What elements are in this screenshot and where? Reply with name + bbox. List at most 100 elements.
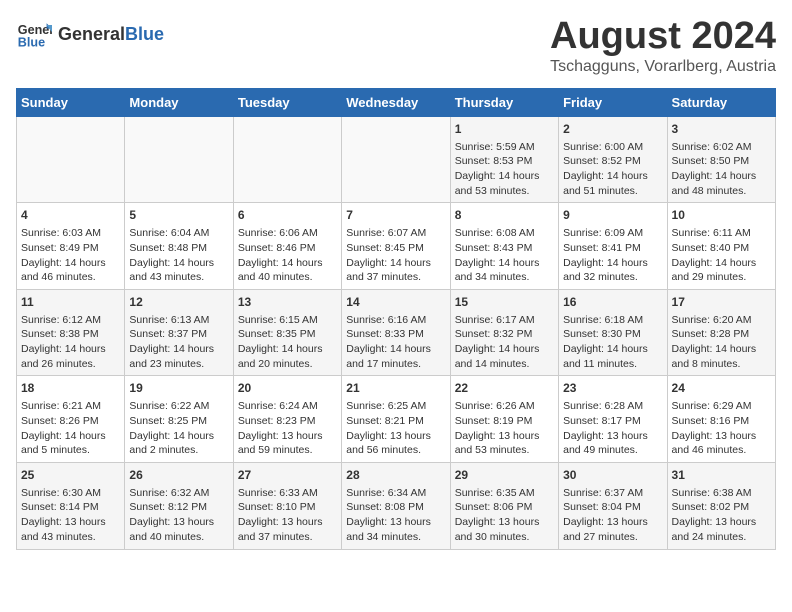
calendar-cell: 23Sunrise: 6:28 AMSunset: 8:17 PMDayligh… (559, 376, 667, 463)
calendar-cell: 27Sunrise: 6:33 AMSunset: 8:10 PMDayligh… (233, 462, 341, 549)
day-info: Sunset: 8:53 PM (455, 154, 554, 169)
day-info: Sunrise: 6:30 AM (21, 486, 120, 501)
day-info: Sunrise: 6:06 AM (238, 226, 337, 241)
day-number: 4 (21, 207, 120, 224)
day-info: Sunset: 8:35 PM (238, 327, 337, 342)
day-number: 31 (672, 467, 771, 484)
week-row-5: 25 Sunrise: 6:30 AMSunset: 8:14 PMDayligh… (17, 462, 776, 549)
day-info: Daylight: 14 hours and 2 minutes. (129, 429, 228, 458)
day-info: Sunrise: 6:21 AM (21, 399, 120, 414)
svg-text:Blue: Blue (18, 36, 45, 50)
day-info: Daylight: 14 hours and 48 minutes. (672, 169, 771, 198)
day-info: Daylight: 14 hours and 46 minutes. (21, 256, 120, 285)
day-info: Sunset: 8:08 PM (346, 500, 445, 515)
day-info: Sunrise: 6:37 AM (563, 486, 662, 501)
calendar-cell: 11Sunrise: 6:12 AMSunset: 8:38 PMDayligh… (17, 289, 125, 376)
day-info: Sunset: 8:45 PM (346, 241, 445, 256)
day-number: 8 (455, 207, 554, 224)
day-info: Sunrise: 6:07 AM (346, 226, 445, 241)
calendar-cell: 7Sunrise: 6:07 AMSunset: 8:45 PMDaylight… (342, 203, 450, 290)
day-number: 25 (21, 467, 120, 484)
day-number: 20 (238, 380, 337, 397)
day-info: Daylight: 13 hours and 56 minutes. (346, 429, 445, 458)
day-number: 28 (346, 467, 445, 484)
day-info: Sunset: 8:41 PM (563, 241, 662, 256)
calendar-cell: 8Sunrise: 6:08 AMSunset: 8:43 PMDaylight… (450, 203, 558, 290)
day-info: Sunrise: 6:09 AM (563, 226, 662, 241)
day-info: Daylight: 14 hours and 29 minutes. (672, 256, 771, 285)
day-info: Sunrise: 6:25 AM (346, 399, 445, 414)
day-info: Sunset: 8:32 PM (455, 327, 554, 342)
day-info: Sunset: 8:04 PM (563, 500, 662, 515)
day-header-saturday: Saturday (667, 88, 775, 116)
calendar-table: SundayMondayTuesdayWednesdayThursdayFrid… (16, 88, 776, 550)
calendar-cell: 18Sunrise: 6:21 AMSunset: 8:26 PMDayligh… (17, 376, 125, 463)
day-number: 3 (672, 121, 771, 138)
day-info: Sunset: 8:23 PM (238, 414, 337, 429)
day-number: 18 (21, 380, 120, 397)
calendar-cell: 26Sunrise: 6:32 AMSunset: 8:12 PMDayligh… (125, 462, 233, 549)
title-area: August 2024 Tschagguns, Vorarlberg, Aust… (550, 16, 776, 76)
day-info: Sunset: 8:19 PM (455, 414, 554, 429)
day-number: 29 (455, 467, 554, 484)
day-info: Sunrise: 6:35 AM (455, 486, 554, 501)
day-header-thursday: Thursday (450, 88, 558, 116)
day-number: 27 (238, 467, 337, 484)
page-header: General Blue General Blue August 2024 Ts… (16, 16, 776, 76)
day-info: Daylight: 14 hours and 11 minutes. (563, 342, 662, 371)
week-row-2: 4Sunrise: 6:03 AMSunset: 8:49 PMDaylight… (17, 203, 776, 290)
calendar-cell: 31Sunrise: 6:38 AMSunset: 8:02 PMDayligh… (667, 462, 775, 549)
day-number: 23 (563, 380, 662, 397)
day-info: Sunset: 8:06 PM (455, 500, 554, 515)
day-number: 16 (563, 294, 662, 311)
day-number: 13 (238, 294, 337, 311)
day-info: Daylight: 13 hours and 53 minutes. (455, 429, 554, 458)
day-info: Sunset: 8:46 PM (238, 241, 337, 256)
day-info: Sunrise: 6:08 AM (455, 226, 554, 241)
day-info: Sunset: 8:14 PM (21, 500, 120, 515)
day-info: Daylight: 13 hours and 43 minutes. (21, 515, 120, 544)
day-info: Daylight: 14 hours and 40 minutes. (238, 256, 337, 285)
calendar-header-row: SundayMondayTuesdayWednesdayThursdayFrid… (17, 88, 776, 116)
calendar-cell: 13Sunrise: 6:15 AMSunset: 8:35 PMDayligh… (233, 289, 341, 376)
day-info: Sunset: 8:40 PM (672, 241, 771, 256)
day-info: Sunrise: 6:18 AM (563, 313, 662, 328)
day-info: Daylight: 14 hours and 17 minutes. (346, 342, 445, 371)
day-info: Sunset: 8:28 PM (672, 327, 771, 342)
day-number: 24 (672, 380, 771, 397)
day-number: 2 (563, 121, 662, 138)
day-info: Daylight: 14 hours and 23 minutes. (129, 342, 228, 371)
day-info: Daylight: 14 hours and 8 minutes. (672, 342, 771, 371)
day-info: Sunset: 8:52 PM (563, 154, 662, 169)
calendar-cell: 24Sunrise: 6:29 AMSunset: 8:16 PMDayligh… (667, 376, 775, 463)
day-info: Daylight: 14 hours and 14 minutes. (455, 342, 554, 371)
calendar-cell (17, 116, 125, 203)
logo-general-text: General (58, 24, 125, 45)
day-info: Daylight: 14 hours and 32 minutes. (563, 256, 662, 285)
day-info: Daylight: 14 hours and 37 minutes. (346, 256, 445, 285)
day-number: 9 (563, 207, 662, 224)
day-info: Sunrise: 6:26 AM (455, 399, 554, 414)
day-info: Sunset: 8:43 PM (455, 241, 554, 256)
day-info: Sunset: 8:30 PM (563, 327, 662, 342)
day-number: 14 (346, 294, 445, 311)
day-info: Daylight: 13 hours and 49 minutes. (563, 429, 662, 458)
day-info: Sunset: 8:49 PM (21, 241, 120, 256)
day-header-wednesday: Wednesday (342, 88, 450, 116)
day-info: Sunset: 8:33 PM (346, 327, 445, 342)
day-info: Daylight: 14 hours and 20 minutes. (238, 342, 337, 371)
calendar-cell: 14Sunrise: 6:16 AMSunset: 8:33 PMDayligh… (342, 289, 450, 376)
calendar-cell: 2Sunrise: 6:00 AMSunset: 8:52 PMDaylight… (559, 116, 667, 203)
day-info: Sunrise: 6:22 AM (129, 399, 228, 414)
day-info: Sunset: 8:48 PM (129, 241, 228, 256)
day-info: Sunrise: 6:24 AM (238, 399, 337, 414)
day-info: Daylight: 14 hours and 5 minutes. (21, 429, 120, 458)
day-info: Daylight: 14 hours and 26 minutes. (21, 342, 120, 371)
day-info: Sunrise: 6:02 AM (672, 140, 771, 155)
day-number: 12 (129, 294, 228, 311)
day-info: Daylight: 13 hours and 59 minutes. (238, 429, 337, 458)
day-info: Sunrise: 6:20 AM (672, 313, 771, 328)
day-number: 30 (563, 467, 662, 484)
calendar-cell: 3Sunrise: 6:02 AMSunset: 8:50 PMDaylight… (667, 116, 775, 203)
day-number: 26 (129, 467, 228, 484)
